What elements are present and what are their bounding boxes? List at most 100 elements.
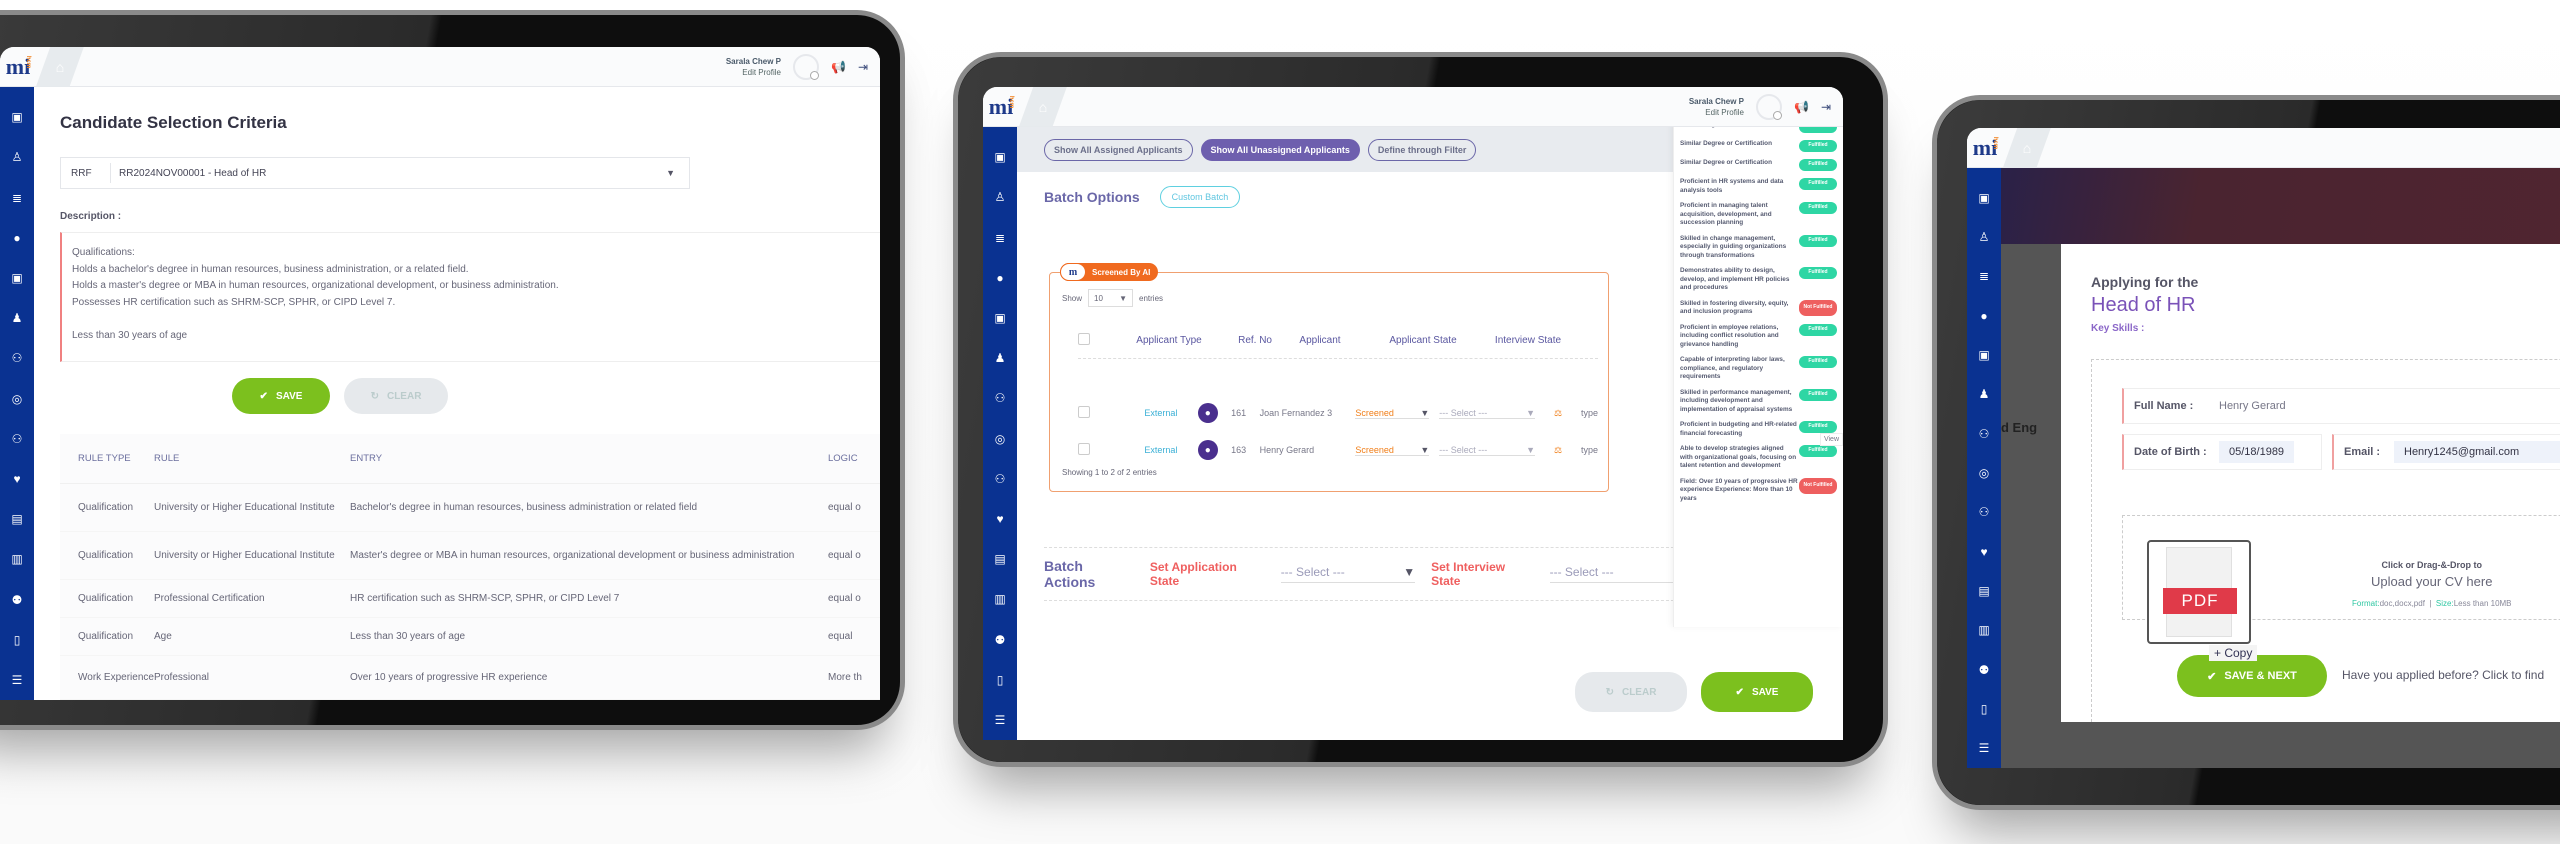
col-applicant-state[interactable]: Applicant State [1368,335,1478,346]
checklist-icon[interactable]: ☰ [1967,729,2001,768]
avatar[interactable] [792,53,819,80]
user-circle-icon[interactable]: ● [983,258,1017,298]
interview-state-select[interactable]: --- Select --- [1549,565,1684,583]
fingerprint-icon[interactable]: ◎ [983,418,1017,458]
cards-icon[interactable]: ▤ [1967,571,2001,610]
people-switch-icon[interactable]: ⚇ [0,338,34,378]
list-icon[interactable]: ≣ [0,177,34,217]
person-settings-icon[interactable]: ♟ [1967,375,2001,414]
form-edit-icon[interactable]: ▣ [0,258,34,298]
cv-icon[interactable]: ▯ [983,660,1017,700]
clear-button[interactable]: ↻ CLEAR [1575,672,1687,712]
description-text[interactable]: Qualifications: Holds a bachelor's degre… [60,232,880,362]
row-checkbox[interactable] [1078,406,1090,418]
form-edit-icon[interactable]: ▣ [0,97,34,137]
form-edit-icon[interactable]: ▣ [1967,178,2001,217]
recruiter-icon[interactable]: ♙ [983,177,1017,217]
person-settings-icon[interactable]: ♟ [983,338,1017,378]
cards-icon[interactable]: ▤ [983,539,1017,579]
col-interview-state[interactable]: Interview State [1478,335,1578,346]
show-unassigned-button[interactable]: Show All Unassigned Applicants [1200,138,1360,161]
edit-profile-link[interactable]: Edit Profile [1705,108,1744,117]
define-filter-button[interactable]: Define through Filter [1367,138,1477,161]
email-field[interactable]: Email : Henry1245@gmail.com [2332,434,2560,470]
col-applicant-type[interactable]: Applicant Type [1124,335,1214,346]
custom-batch-button[interactable]: Custom Batch [1159,186,1241,208]
id-cards-icon[interactable]: ▥ [0,539,34,579]
applicant-name[interactable]: Henry Gerard [1260,445,1356,455]
app-state-select[interactable]: --- Select --- ▼ [1280,565,1416,583]
col-applicant[interactable]: Applicant [1272,335,1368,346]
id-cards-icon[interactable]: ▥ [1967,611,2001,650]
team-icon[interactable]: ⚉ [983,619,1017,659]
hand-heart-icon[interactable]: ♥ [1967,532,2001,571]
table-row[interactable]: Qualification Age Less than 30 years of … [60,618,880,656]
cv-icon[interactable]: ▯ [1967,689,2001,728]
entries-select[interactable]: 10 ▼ [1088,289,1134,307]
select-all-checkbox[interactable] [1078,333,1090,345]
table-row[interactable]: Work Experience Professional Over 10 yea… [60,656,880,700]
people-switch-icon[interactable]: ⚇ [1967,493,2001,532]
type-input[interactable]: type [1581,445,1598,455]
view-button[interactable]: View [1819,433,1843,446]
user-circle-icon[interactable]: ● [0,218,34,258]
interview-state-select[interactable]: --- Select --- ▼ [1439,408,1536,419]
app-logo[interactable]: mi hcm [1967,128,2003,168]
applicant-name[interactable]: Joan Fernandez 3 [1260,408,1356,418]
user-circle-icon[interactable]: ● [1967,296,2001,335]
people-switch-icon[interactable]: ⚇ [983,459,1017,499]
recruiter-icon[interactable]: ♙ [1967,217,2001,256]
ai-match-icon[interactable]: ⚖ [1547,445,1569,456]
hand-heart-icon[interactable]: ♥ [0,459,34,499]
people-switch-icon[interactable]: ⚇ [1967,414,2001,453]
clear-button[interactable]: ↻ CLEAR [344,378,448,414]
home-icon[interactable]: ⌂ [1019,87,1067,127]
cards-icon[interactable]: ▤ [0,499,34,539]
team-icon[interactable]: ⚉ [0,579,34,619]
fingerprint-icon[interactable]: ◎ [0,378,34,418]
col-rule[interactable]: RULE [154,453,350,464]
rrf-select[interactable]: RRF RR2024NOV00001 - Head of HR ▼ [60,157,690,189]
type-input[interactable]: type [1581,408,1598,418]
col-ref-no[interactable]: Ref. No [1214,335,1272,346]
applicant-row[interactable]: External ● 161 Joan Fernandez 3 Screened… [1078,401,1598,425]
applicant-state-select[interactable]: Screened ▼ [1355,408,1430,419]
row-checkbox[interactable] [1078,443,1090,455]
interview-state-select[interactable]: --- Select --- ▼ [1439,445,1536,456]
people-switch-icon[interactable]: ⚇ [983,378,1017,418]
fingerprint-icon[interactable]: ◎ [1967,453,2001,492]
people-switch-icon[interactable]: ⚇ [0,419,34,459]
person-settings-icon[interactable]: ♟ [0,298,34,338]
applicant-state-select[interactable]: Screened ▼ [1355,445,1430,456]
dob-field[interactable]: Date of Birth : 05/18/1989 [2122,434,2322,470]
id-cards-icon[interactable]: ▥ [983,579,1017,619]
pdf-file-icon[interactable]: PDF [2147,540,2251,644]
ai-match-icon[interactable]: ⚖ [1547,408,1569,419]
save-button[interactable]: ✔ SAVE [232,378,330,414]
table-row[interactable]: Qualification Professional Certification… [60,580,880,618]
save-button[interactable]: ✔ SAVE [1701,672,1813,712]
applied-before-link[interactable]: Have you applied before? Click to find [2342,668,2544,682]
megaphone-icon[interactable]: 📢 [1794,100,1809,114]
key-skills-label[interactable]: Key Skills : [2091,323,2560,334]
app-logo[interactable]: mi hcm [0,47,36,87]
table-row[interactable]: Qualification University or Higher Educa… [60,532,880,580]
form-edit-icon[interactable]: ▣ [983,298,1017,338]
hand-heart-icon[interactable]: ♥ [983,499,1017,539]
table-row[interactable]: Qualification University or Higher Educa… [60,484,880,532]
megaphone-icon[interactable]: 📢 [831,60,846,74]
checklist-icon[interactable]: ☰ [983,700,1017,740]
home-icon[interactable]: ⌂ [2003,128,2051,168]
recruiter-icon[interactable]: ♙ [0,137,34,177]
save-next-button[interactable]: ✔ SAVE & NEXT [2177,655,2327,697]
col-rule-type[interactable]: RULE TYPE [60,453,154,464]
app-logo[interactable]: mi hcm [983,87,1019,127]
col-entry[interactable]: ENTRY [350,453,828,464]
list-icon[interactable]: ≣ [1967,257,2001,296]
checklist-icon[interactable]: ☰ [0,660,34,700]
home-icon[interactable]: ⌂ [36,47,84,87]
full-name-field[interactable]: Full Name : Henry Gerard [2122,388,2560,424]
edit-profile-link[interactable]: Edit Profile [742,68,781,77]
logout-icon[interactable]: ⇥ [1821,100,1831,114]
form-edit-icon[interactable]: ▣ [983,137,1017,177]
